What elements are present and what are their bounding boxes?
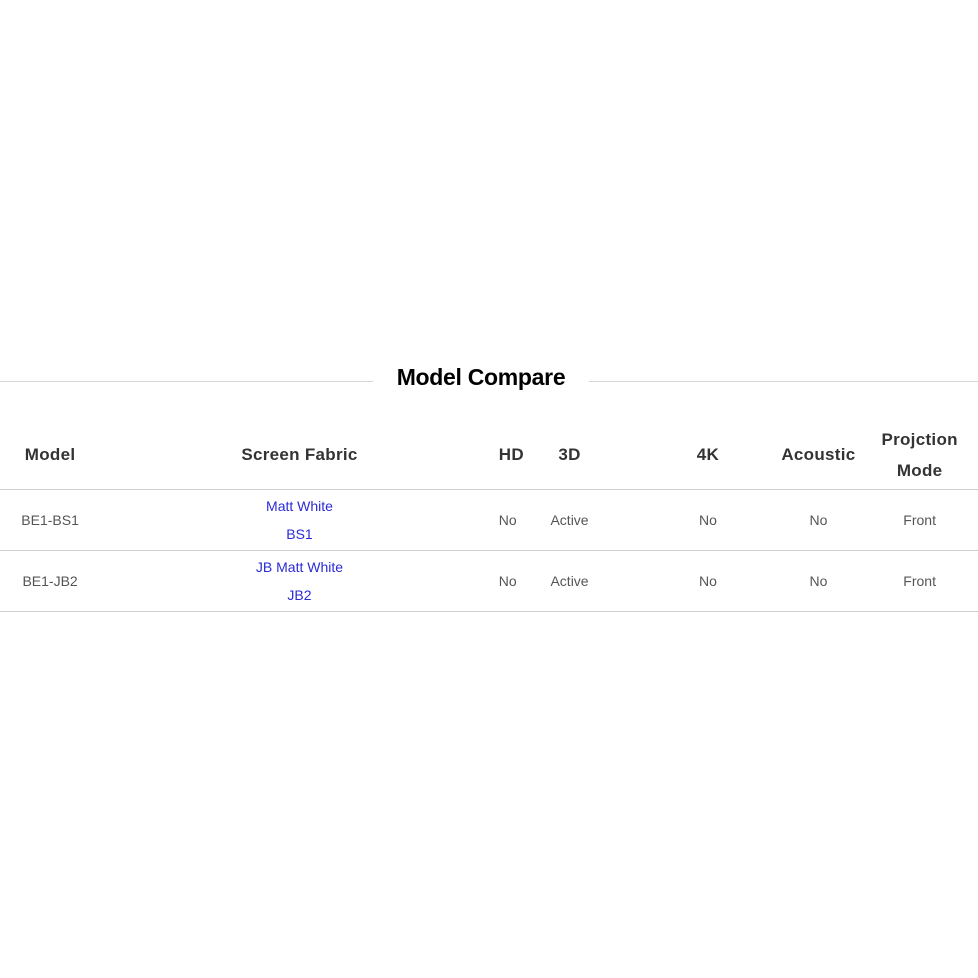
- fabric-code-link[interactable]: BS1: [100, 520, 499, 548]
- cell-screen-fabric: Matt White BS1: [100, 489, 499, 551]
- col-header-acoustic: Acoustic: [775, 420, 862, 490]
- table-header-row: Model Screen Fabric HD 3D 4K Acoustic Pr…: [0, 420, 978, 490]
- fabric-name-link[interactable]: JB Matt White: [100, 553, 499, 581]
- section-title: Model Compare: [396, 364, 566, 390]
- cell-4k: No: [640, 489, 776, 551]
- table-row: BE1-JB2 JB Matt White JB2 No Active No N…: [0, 550, 978, 612]
- cell-acoustic: No: [775, 550, 862, 612]
- col-header-4k: 4K: [640, 420, 776, 490]
- table-row: BE1-BS1 Matt White BS1 No Active No No F…: [0, 489, 978, 551]
- cell-projection-mode: Front: [861, 489, 978, 551]
- title-divider-left: [0, 381, 373, 382]
- cell-4k: No: [640, 550, 776, 612]
- cell-model: BE1-BS1: [0, 489, 101, 551]
- projection-mode-line1: Projction: [881, 429, 958, 449]
- model-compare-section: Model Compare Model Screen Fabric HD 3D …: [0, 362, 978, 612]
- section-header: Model Compare: [0, 362, 978, 402]
- cell-projection-mode: Front: [861, 550, 978, 612]
- cell-3d: Active: [498, 550, 641, 612]
- cell-3d: Active: [498, 489, 641, 551]
- col-header-model: Model: [0, 420, 101, 490]
- fabric-name-link[interactable]: Matt White: [100, 492, 499, 520]
- cell-model: BE1-JB2: [0, 550, 101, 612]
- col-header-screen-fabric: Screen Fabric: [100, 420, 499, 490]
- projection-mode-line2: Mode: [896, 460, 943, 480]
- cell-screen-fabric: JB Matt White JB2: [100, 550, 499, 612]
- model-compare-table: Model Screen Fabric HD 3D 4K Acoustic Pr…: [0, 420, 978, 612]
- title-divider-right: [589, 381, 978, 382]
- fabric-code-link[interactable]: JB2: [100, 581, 499, 609]
- col-header-projection-mode: Projction Mode: [861, 420, 978, 490]
- cell-acoustic: No: [775, 489, 862, 551]
